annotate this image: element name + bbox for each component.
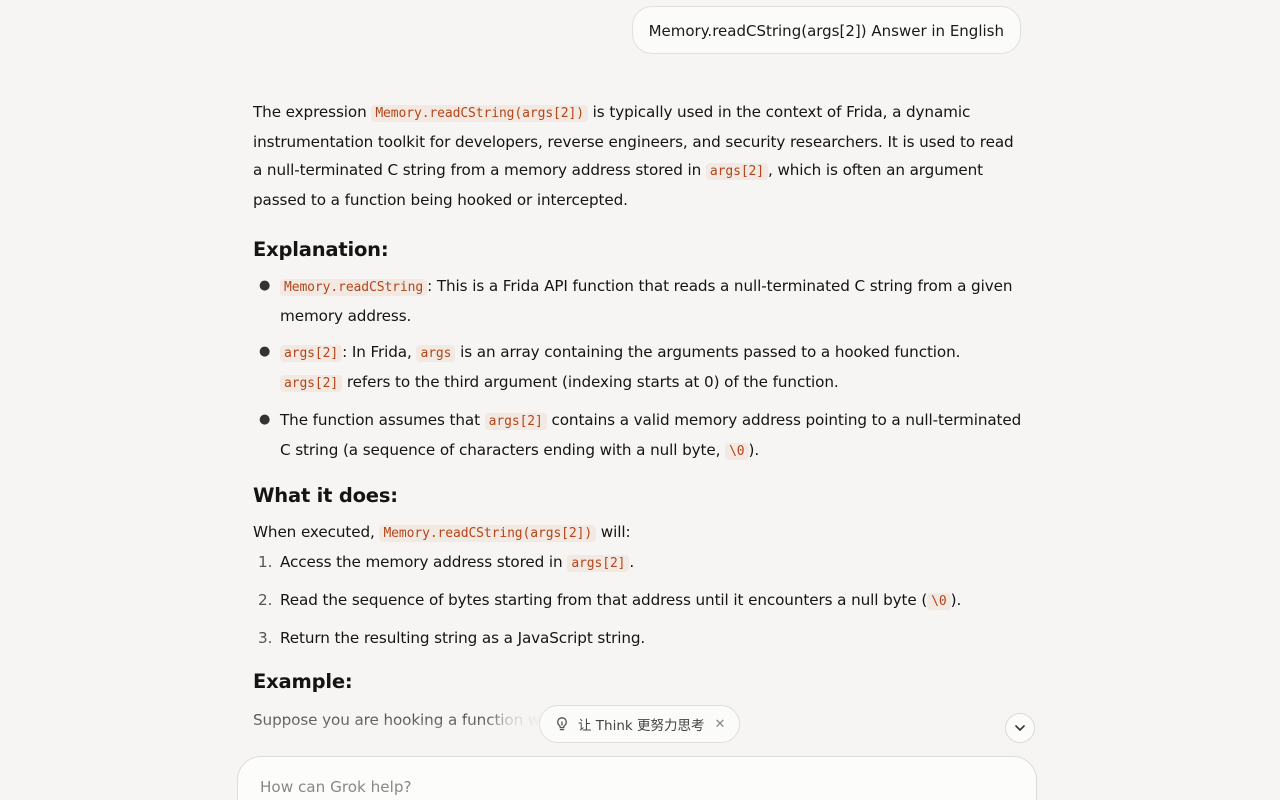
bullet-icon: ●	[259, 278, 271, 293]
explanation-list: ● Memory.readCString: This is a Frida API…	[253, 272, 1023, 466]
text: The function assumes that	[280, 411, 485, 429]
text: is an array containing the arguments pas…	[455, 343, 961, 361]
inline-code: args[2]	[705, 163, 768, 180]
step-number: 1.	[258, 553, 273, 571]
inline-code: \0	[927, 593, 951, 610]
inline-code: Memory.readCString(args[2])	[379, 525, 597, 542]
list-item: 2. Read the sequence of bytes starting fr…	[253, 586, 1023, 616]
list-item: 1. Access the memory address stored in ar…	[253, 548, 1023, 578]
steps-list: 1. Access the memory address stored in ar…	[253, 548, 1023, 652]
inline-code: args[2]	[567, 555, 630, 572]
faded-text: function wi	[461, 711, 545, 729]
text: .	[629, 553, 635, 571]
answer-intro: The expression Memory.readCString(args[2…	[253, 98, 1023, 214]
inline-code: Memory.readCString(args[2])	[371, 105, 588, 122]
user-message-bubble: Memory.readCString(args[2]) Answer in En…	[631, 6, 1021, 54]
bullet-icon: ●	[259, 412, 271, 427]
text: refers to the third argument (indexing s…	[342, 373, 839, 391]
bullet-icon: ●	[259, 344, 271, 359]
text: The expression	[253, 103, 372, 121]
step-number: 2.	[258, 591, 273, 609]
text: When executed,	[253, 523, 380, 541]
text: : In Frida,	[342, 343, 417, 361]
close-icon[interactable]: ✕	[715, 717, 726, 732]
what-it-does-heading: What it does:	[253, 484, 398, 507]
inline-code: \0	[725, 443, 749, 460]
think-harder-suggestion[interactable]: 让 Think 更努力思考 ✕	[539, 705, 741, 743]
example-heading: Example:	[253, 670, 353, 693]
list-item: ● Memory.readCString: This is a Frida API…	[253, 272, 1023, 330]
text: Read the sequence of bytes starting from…	[280, 591, 928, 609]
step-number: 3.	[258, 629, 273, 647]
text: Access the memory address stored in	[280, 553, 568, 571]
text: will:	[596, 523, 631, 541]
inline-code: args	[416, 345, 456, 362]
inline-code: args[2]	[484, 413, 547, 430]
list-item: 3. Return the resulting string as a JavaS…	[253, 624, 1023, 652]
think-pill-label: 让 Think 更努力思考	[578, 718, 705, 734]
text: ).	[950, 591, 962, 609]
when-executed-text: When executed, Memory.readCString(args[2…	[253, 518, 1023, 548]
list-item: ● args[2]: In Frida, args is an array con…	[253, 338, 1023, 398]
chat-input-box	[237, 756, 1037, 800]
chat-page: Memory.readCString(args[2]) Answer in En…	[0, 0, 1280, 800]
text: ).	[748, 441, 760, 459]
scroll-to-bottom-button[interactable]	[1005, 713, 1035, 743]
chat-input[interactable]	[258, 777, 1020, 797]
assistant-answer: The expression Memory.readCString(args[2…	[253, 98, 1023, 734]
inline-code: args[2]	[280, 345, 343, 362]
chevron-down-icon	[1015, 725, 1025, 731]
inline-code: args[2]	[280, 375, 343, 392]
list-item: ● The function assumes that args[2] conta…	[253, 406, 1023, 466]
explanation-heading: Explanation:	[253, 238, 389, 261]
lightbulb-icon	[554, 716, 570, 732]
text: Suppose you are hooking a	[253, 711, 462, 729]
inline-code: Memory.readCString	[280, 279, 428, 296]
text: Return the resulting string as a JavaScr…	[280, 629, 646, 647]
